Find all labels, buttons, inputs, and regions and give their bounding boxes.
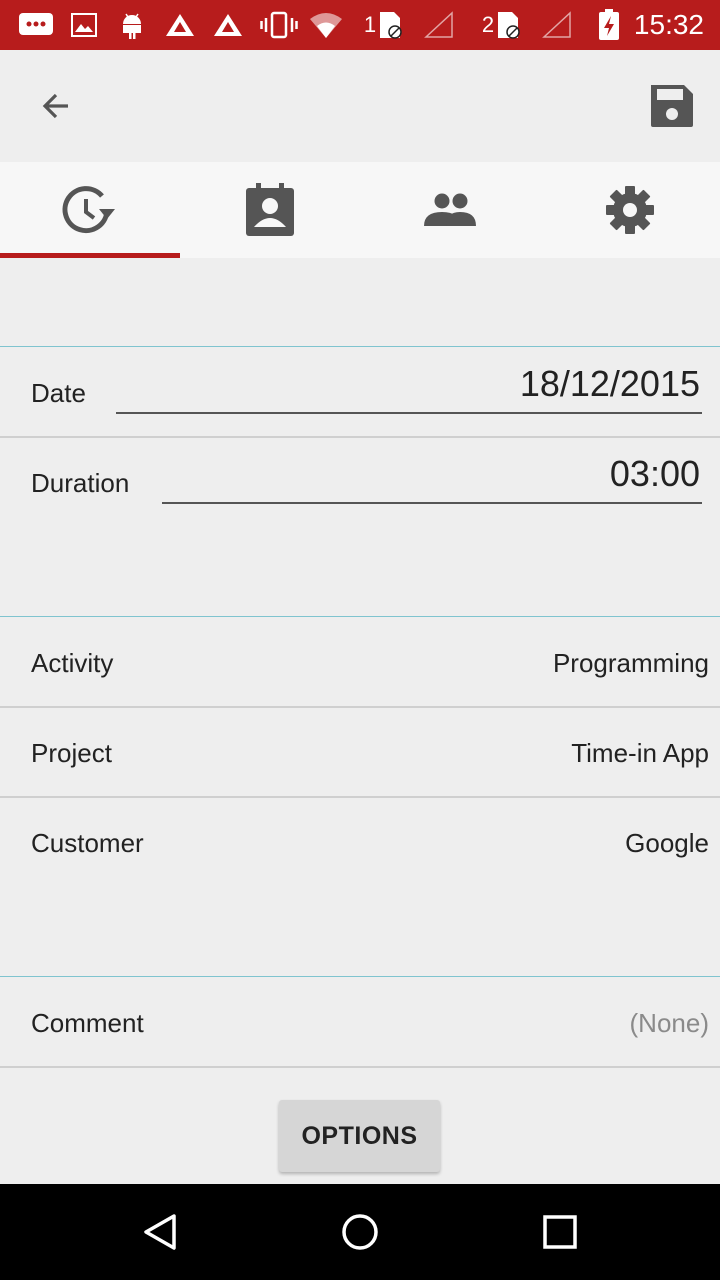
status-bar: 1 2 15:32 (0, 0, 720, 50)
sim2-label: 2 (481, 12, 495, 37)
save-button[interactable] (644, 78, 700, 134)
nav-recents-button[interactable] (530, 1202, 590, 1262)
android-icon (118, 10, 146, 40)
row-divider (0, 1066, 720, 1068)
toolbar (0, 50, 720, 162)
sim2-icon: 2 (478, 10, 524, 40)
customer-value: Google (625, 828, 709, 858)
duration-label: Duration (31, 468, 130, 498)
tab-selected-indicator (0, 253, 180, 258)
activity-row[interactable]: Activity Programming (0, 617, 720, 706)
activity-value: Programming (552, 648, 709, 678)
back-button[interactable] (24, 82, 88, 130)
customer-row[interactable]: Customer Google (0, 798, 720, 886)
tab-settings[interactable] (540, 162, 720, 258)
project-row[interactable]: Project Time-in App (0, 708, 720, 796)
project-label: Project (31, 738, 112, 768)
comment-label: Comment (31, 1008, 144, 1038)
wifi-icon (308, 10, 344, 40)
options-button[interactable]: OPTIONS (279, 1100, 440, 1172)
sim1-icon: 1 (360, 10, 406, 40)
comment-value: (None) (629, 1008, 709, 1038)
comment-row[interactable]: Comment (None) (0, 977, 720, 1066)
signal-icon (540, 10, 574, 40)
tab-bar (0, 162, 720, 258)
save-icon (651, 85, 693, 127)
people-icon (424, 193, 476, 226)
back-triangle-icon (144, 1214, 176, 1250)
arrow-back-icon (42, 93, 68, 119)
duration-field[interactable] (162, 454, 702, 504)
recents-square-icon (543, 1215, 577, 1249)
date-field[interactable] (116, 364, 702, 414)
customer-label: Customer (31, 828, 144, 858)
app-icon (211, 10, 245, 40)
image-icon (70, 10, 98, 40)
vibrate-icon (260, 10, 298, 40)
tab-contact[interactable] (180, 162, 360, 258)
message-icon (18, 10, 54, 40)
gear-icon (606, 186, 654, 234)
battery-charging-icon (596, 9, 622, 40)
row-divider (0, 436, 720, 438)
home-circle-icon (342, 1214, 378, 1250)
nav-back-button[interactable] (130, 1202, 190, 1262)
activity-label: Activity (31, 648, 114, 678)
sim1-label: 1 (363, 12, 377, 37)
clock: 15:32 (633, 9, 704, 40)
tab-people[interactable] (360, 162, 540, 258)
date-label: Date (31, 378, 86, 408)
time-history-icon (62, 186, 115, 234)
signal-icon (422, 10, 456, 40)
nav-home-button[interactable] (330, 1202, 390, 1262)
app-icon (163, 10, 197, 40)
project-value: Time-in App (571, 738, 709, 768)
navigation-bar (0, 1184, 720, 1280)
tab-time-entry[interactable] (0, 162, 180, 258)
section-divider (0, 346, 720, 347)
contact-calendar-icon (246, 183, 294, 236)
